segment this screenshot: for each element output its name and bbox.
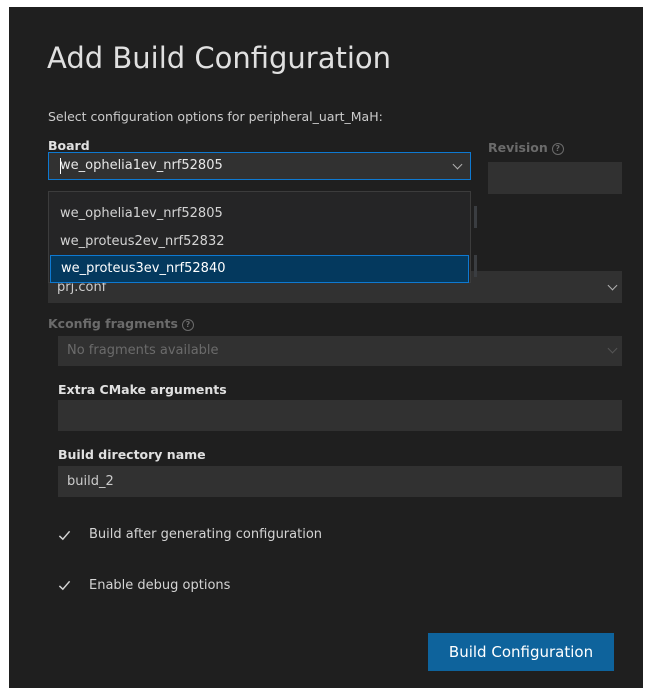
dialog-subtitle: Select configuration options for periphe…: [48, 109, 383, 124]
chevron-down-icon: [607, 280, 618, 291]
build-after-checkbox[interactable]: [58, 527, 71, 546]
help-circle-icon[interactable]: ?: [551, 143, 564, 155]
dropdown-option[interactable]: we_proteus2ev_nrf52832: [50, 228, 469, 256]
text-caret: [60, 158, 61, 174]
revision-input[interactable]: [488, 162, 622, 194]
kconfig-label-text: Kconfig fragments: [48, 316, 178, 331]
build-after-label[interactable]: Build after generating configuration: [89, 527, 322, 542]
cmake-input[interactable]: [58, 400, 622, 431]
kconfig-placeholder: No fragments available: [67, 343, 219, 358]
debug-options-label[interactable]: Enable debug options: [89, 578, 230, 593]
build-dir-input[interactable]: build_2: [58, 466, 622, 497]
kconfig-select[interactable]: No fragments available: [58, 336, 622, 366]
chevron-down-icon: [607, 343, 618, 354]
board-select[interactable]: we_ophelia1ev_nrf52805: [48, 152, 471, 180]
kconfig-label: Kconfig fragments?: [48, 316, 194, 331]
cmake-label: Extra CMake arguments: [58, 382, 227, 397]
board-label: Board: [48, 138, 90, 153]
debug-options-checkbox[interactable]: [58, 577, 71, 596]
checkmark-icon: [58, 580, 71, 591]
build-dir-label: Build directory name: [58, 447, 206, 462]
help-circle-icon[interactable]: ?: [181, 319, 194, 331]
chevron-down-icon: [452, 159, 463, 170]
dropdown-option-selected[interactable]: we_proteus3ev_nrf52840: [50, 255, 469, 283]
dropdown-option[interactable]: we_ophelia1ev_nrf52805: [50, 200, 469, 228]
scroll-marker: [474, 206, 477, 228]
build-configuration-button[interactable]: Build Configuration: [428, 633, 614, 671]
board-dropdown-list: we_ophelia1ev_nrf52805 we_proteus2ev_nrf…: [48, 191, 471, 283]
scroll-marker: [474, 255, 477, 277]
board-select-value: we_ophelia1ev_nrf52805: [60, 158, 223, 173]
revision-label: Revision?: [488, 140, 564, 155]
revision-label-text: Revision: [488, 140, 548, 155]
checkmark-icon: [58, 530, 71, 541]
dialog-title: Add Build Configuration: [47, 41, 392, 75]
